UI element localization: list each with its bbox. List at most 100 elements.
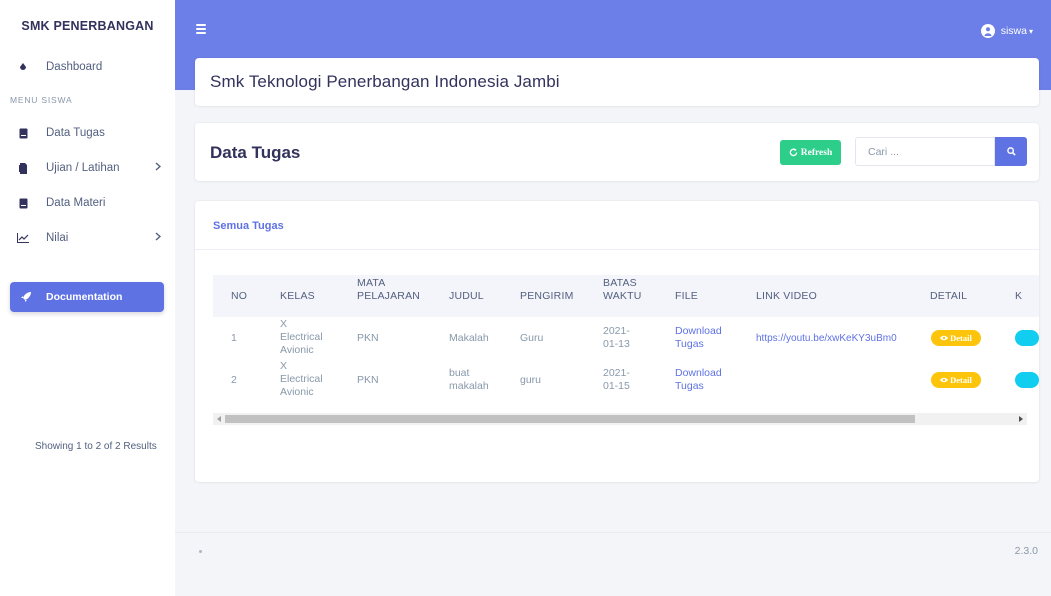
cell-batas-line: 01-13 <box>603 338 630 350</box>
cell-batas-line: 2021- <box>603 367 630 379</box>
tab-semua-tugas[interactable]: Semua Tugas <box>213 220 284 232</box>
search-icon <box>1006 147 1016 156</box>
detail-label: Detail <box>950 375 972 385</box>
column-header-link-video: LINK VIDEO <box>756 290 817 302</box>
sidebar-item-dashboard[interactable]: Dashboard <box>0 50 175 84</box>
column-header-batas-line2: WAKTU <box>603 290 642 302</box>
pagination-info: Showing 1 to 2 of 2 Results <box>35 441 157 452</box>
file-icon <box>16 161 30 175</box>
download-line: Download <box>675 325 722 337</box>
documentation-button[interactable]: Documentation <box>10 282 164 312</box>
rocket-icon <box>20 291 32 303</box>
documentation-label: Documentation <box>46 291 123 303</box>
sidebar-heading: MENU SISWA <box>10 95 73 105</box>
cell-kelas-line: Electrical <box>280 373 323 385</box>
refresh-icon <box>789 148 798 157</box>
caret-down-icon: ▾ <box>1028 26 1033 36</box>
column-header-batas: BATAS WAKTU <box>603 277 642 303</box>
video-link[interactable]: https://youtu.be/xwKeKY3uBm0 <box>756 332 897 345</box>
cell-judul: Makalah <box>449 332 489 344</box>
sidebar-item-label: Ujian / Latihan <box>46 162 120 174</box>
horizontal-scrollbar[interactable] <box>213 413 1027 425</box>
sidebar-item-nilai[interactable]: Nilai <box>0 221 175 255</box>
cell-batas-line: 01-15 <box>603 380 630 392</box>
tasks-table: NO KELAS MATA PELAJARAN JUDUL PENGIRIM B… <box>213 275 1039 402</box>
page-header-card: Data Tugas Refresh Cari ... <box>195 123 1039 181</box>
sidebar-item-data-tugas[interactable]: Data Tugas <box>0 116 175 150</box>
cell-pengirim: Guru <box>520 332 544 344</box>
sidebar-item-label: Data Tugas <box>46 127 105 139</box>
column-header-file: FILE <box>675 290 698 302</box>
sidebar-item-label: Dashboard <box>46 61 103 73</box>
chevron-right-icon <box>155 162 162 174</box>
cell-batas-line: 2021- <box>603 325 630 337</box>
chevron-right-icon <box>155 232 162 244</box>
cell-kelas-line: X <box>280 318 288 330</box>
user-name: siswa <box>1000 25 1027 37</box>
cell-kelas-line: Avionic <box>280 386 314 398</box>
cell-batas-waktu: 2021- 01-15 <box>603 367 630 393</box>
sidebar-item-ujian[interactable]: Ujian / Latihan <box>0 151 175 185</box>
column-header-mapel: MATA PELAJARAN <box>357 277 420 303</box>
app-version: 2.3.0 <box>1014 545 1038 557</box>
refresh-button[interactable]: Refresh <box>780 140 841 165</box>
cell-kelas-line: Avionic <box>280 344 314 356</box>
column-header-mapel-line1: MATA <box>357 277 386 289</box>
detail-button[interactable]: Detail <box>931 330 981 346</box>
cell-kelas-line: X <box>280 360 288 372</box>
divider <box>195 249 1039 250</box>
user-avatar-icon <box>980 24 995 38</box>
scroll-left-icon[interactable] <box>213 413 225 425</box>
download-tugas-link[interactable]: Download Tugas <box>675 325 722 351</box>
column-header-pengirim: PENGIRIM <box>520 290 574 302</box>
scrollbar-thumb[interactable] <box>225 415 915 423</box>
cell-kelas-line: Electrical <box>280 331 323 343</box>
cell-kelas: X Electrical Avionic <box>280 360 323 399</box>
sidebar-item-data-materi[interactable]: Data Materi <box>0 186 175 220</box>
search-input[interactable]: Cari ... <box>855 137 995 166</box>
search-button[interactable] <box>995 137 1027 166</box>
sidebar-item-label: Data Materi <box>46 197 106 209</box>
column-header-no: NO <box>231 290 248 302</box>
book-icon <box>16 126 30 140</box>
page-title: Data Tugas <box>210 143 301 162</box>
school-title-card: Smk Teknologi Penerbangan Indonesia Jamb… <box>195 58 1039 106</box>
footer-divider <box>175 532 1051 533</box>
cell-pengirim: guru <box>520 374 542 386</box>
cell-judul-line: makalah <box>449 380 489 392</box>
eye-icon <box>940 377 949 383</box>
cell-no: 1 <box>231 332 237 344</box>
sidebar-item-label: Nilai <box>46 232 69 244</box>
download-line: Download <box>675 367 722 379</box>
menu-toggle-icon[interactable] <box>196 24 206 36</box>
cell-batas-waktu: 2021- 01-13 <box>603 325 630 351</box>
dashboard-icon <box>16 60 30 74</box>
tasks-card: Semua Tugas NO KELAS MATA PELAJARAN JUDU… <box>195 201 1039 482</box>
brand-title[interactable]: SMK PENERBANGAN <box>0 0 175 52</box>
scroll-right-icon[interactable] <box>1015 413 1027 425</box>
refresh-label: Refresh <box>800 147 833 158</box>
sidebar: SMK PENERBANGAN Dashboard MENU SISWA Dat… <box>0 0 175 596</box>
column-header-batas-line1: BATAS <box>603 277 637 289</box>
school-title: Smk Teknologi Penerbangan Indonesia Jamb… <box>210 72 560 91</box>
cell-mapel: PKN <box>357 332 379 344</box>
eye-icon <box>940 335 949 341</box>
cell-judul-line: buat <box>449 367 470 379</box>
column-header-mapel-line2: PELAJARAN <box>357 290 421 302</box>
column-header-kelas: KELAS <box>280 290 315 302</box>
action-button[interactable] <box>1015 372 1039 388</box>
book-icon <box>16 196 30 210</box>
download-tugas-link[interactable]: Download Tugas <box>675 367 722 393</box>
column-header-detail: DETAIL <box>930 290 968 302</box>
download-line: Tugas <box>675 380 704 392</box>
cell-mapel: PKN <box>357 374 379 386</box>
footer-dot <box>199 550 202 553</box>
user-menu[interactable]: siswa ▾ <box>980 24 1033 38</box>
cell-no: 2 <box>231 374 237 386</box>
detail-label: Detail <box>950 333 972 343</box>
cell-judul: buat makalah <box>449 367 489 393</box>
download-line: Tugas <box>675 338 704 350</box>
detail-button[interactable]: Detail <box>931 372 981 388</box>
action-button[interactable] <box>1015 330 1039 346</box>
column-header-judul: JUDUL <box>449 290 484 302</box>
